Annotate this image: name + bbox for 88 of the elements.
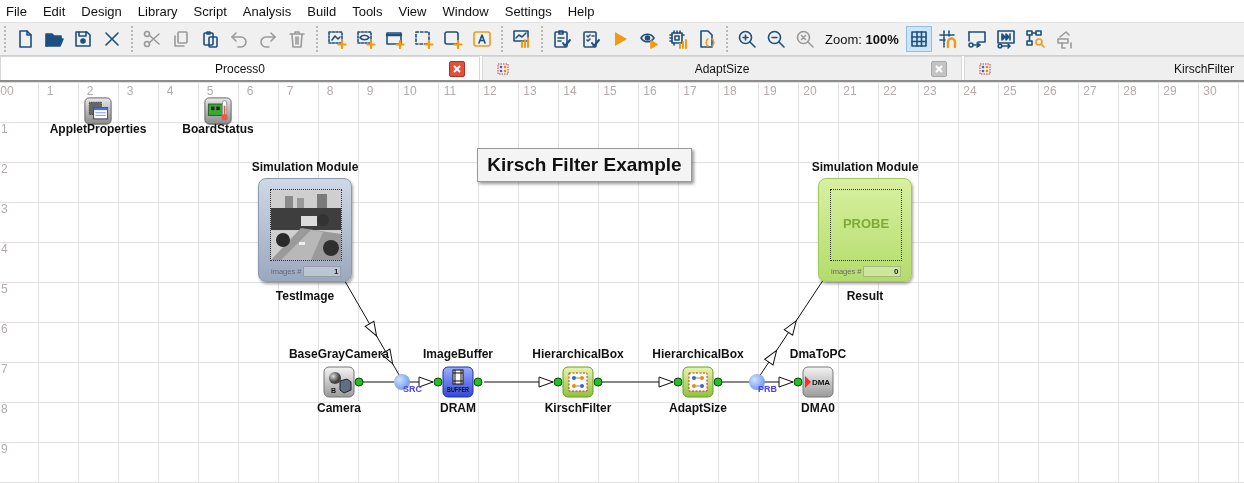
zoom-level: Zoom: 100% xyxy=(824,31,900,47)
port-dot[interactable] xyxy=(713,377,723,387)
column-number: 18 xyxy=(722,84,738,98)
menu-item[interactable]: Tools xyxy=(346,1,389,21)
editor-tab[interactable]: Process0 xyxy=(0,56,480,80)
port-dot[interactable] xyxy=(593,377,603,387)
column-number: 2 xyxy=(85,84,95,98)
menu-item[interactable]: Help xyxy=(561,1,601,21)
column-number: 15 xyxy=(602,84,618,98)
column-number: 4 xyxy=(165,84,175,98)
grid-icon[interactable] xyxy=(905,26,932,52)
column-number: 24 xyxy=(962,84,978,98)
node-label: KirschFilter xyxy=(543,401,613,415)
counter-field: 1 xyxy=(303,266,342,277)
column-number: 16 xyxy=(642,84,658,98)
row-number: 5 xyxy=(1,282,8,296)
watermark-text: PROBE xyxy=(841,216,891,231)
row-number: 7 xyxy=(1,362,8,376)
menu-item[interactable]: Window xyxy=(436,1,495,21)
column-number: 30 xyxy=(1202,84,1218,98)
column-number: 17 xyxy=(682,84,698,98)
menu-item[interactable]: Analysis xyxy=(236,1,298,21)
close-icon[interactable] xyxy=(449,60,465,77)
column-number: 21 xyxy=(842,84,858,98)
column-number: 25 xyxy=(1002,84,1018,98)
column-number: 14 xyxy=(562,84,578,98)
dma-block-icon[interactable]: DMA xyxy=(802,366,834,398)
editor-tab[interactable]: KirschFilter xyxy=(964,56,1244,80)
port-dot[interactable] xyxy=(473,377,483,387)
comment-label[interactable]: Kirsch Filter Example xyxy=(477,148,692,182)
row-number: 9 xyxy=(1,442,8,456)
port-dot[interactable] xyxy=(433,377,443,387)
row-number: 6 xyxy=(1,322,8,336)
menu-item[interactable]: Build xyxy=(301,1,343,21)
port-dot[interactable] xyxy=(354,377,364,387)
column-number: 3 xyxy=(125,84,135,98)
module-title: Simulation Module xyxy=(250,160,360,174)
properties-panel-icon[interactable] xyxy=(84,97,112,125)
junction-label: SRC xyxy=(403,384,422,394)
column-number: 12 xyxy=(482,84,498,98)
module-title: Simulation Module xyxy=(810,160,920,174)
node-label: AppletProperties xyxy=(48,122,148,136)
row-number: 1 xyxy=(1,122,8,136)
column-number: 9 xyxy=(365,84,375,98)
node-label: Result xyxy=(845,289,885,303)
hierarchical-block-icon[interactable] xyxy=(562,366,594,398)
column-number: 23 xyxy=(922,84,938,98)
hierarchical-block-icon[interactable] xyxy=(682,366,714,398)
column-number: 29 xyxy=(1162,84,1178,98)
port-dot[interactable] xyxy=(793,377,803,387)
column-number: 27 xyxy=(1082,84,1098,98)
column-number: 19 xyxy=(762,84,778,98)
port-dot[interactable] xyxy=(553,377,563,387)
column-number: 22 xyxy=(882,84,898,98)
row-number: 8 xyxy=(1,402,8,416)
counter-field: 0 xyxy=(863,266,902,277)
column-number: 8 xyxy=(325,84,335,98)
row-number: 4 xyxy=(1,242,8,256)
menu-item[interactable]: View xyxy=(392,1,433,21)
port-dot[interactable] xyxy=(673,377,683,387)
column-number: 28 xyxy=(1122,84,1138,98)
menu-item[interactable]: Script xyxy=(187,1,233,21)
node-label: DMA0 xyxy=(800,401,836,415)
menu-item[interactable]: Design xyxy=(75,1,128,21)
editor-tab[interactable]: AdaptSize xyxy=(482,56,962,80)
column-number: 1 xyxy=(45,84,55,98)
column-number: 11 xyxy=(442,84,458,98)
menu-item[interactable]: File xyxy=(0,1,33,21)
row-number: 2 xyxy=(1,162,8,176)
column-number: 5 xyxy=(205,84,215,98)
column-number: 6 xyxy=(245,84,255,98)
board-thermometer-icon[interactable] xyxy=(204,97,232,125)
column-number: 26 xyxy=(1042,84,1058,98)
node-label: DRAM xyxy=(439,401,477,415)
column-number: 20 xyxy=(802,84,818,98)
node-label: TestImage xyxy=(274,289,336,303)
column-number: 00 xyxy=(0,84,15,98)
menu-item[interactable]: Settings xyxy=(498,1,558,21)
node-label: AdaptSize xyxy=(668,401,728,415)
column-number: 7 xyxy=(285,84,295,98)
row-number: 3 xyxy=(1,202,8,216)
menu-item[interactable]: Library xyxy=(131,1,184,21)
menu-item[interactable]: Edit xyxy=(36,1,72,21)
column-number: 10 xyxy=(402,84,418,98)
junction-label: PRB xyxy=(758,384,777,394)
column-number: 13 xyxy=(522,84,538,98)
node-label: Camera xyxy=(316,401,362,415)
connector-line xyxy=(483,376,554,388)
